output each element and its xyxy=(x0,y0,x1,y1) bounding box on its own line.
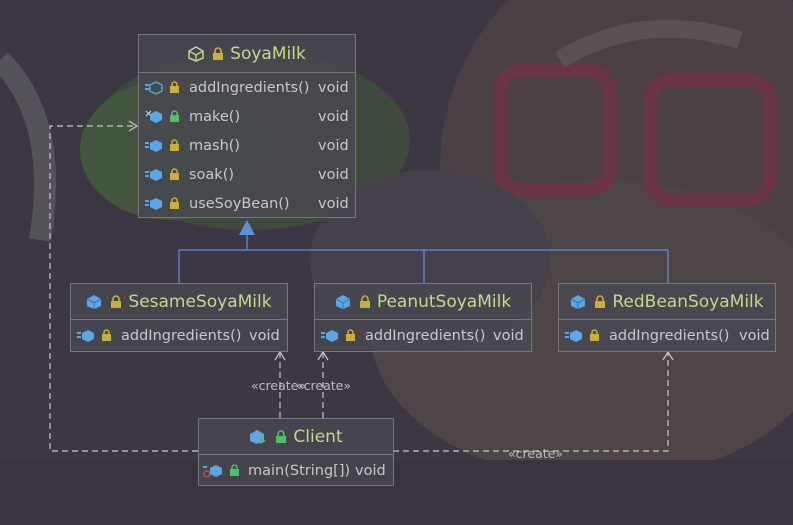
lock-icon xyxy=(111,294,122,308)
lock-icon xyxy=(170,197,179,209)
method-row[interactable]: addIngredients() void xyxy=(315,321,531,350)
method-row[interactable]: addIngredients() void xyxy=(71,321,287,350)
lock-icon xyxy=(590,329,599,341)
method-type: void xyxy=(318,166,349,183)
method-row[interactable]: useSoyBean() void xyxy=(139,189,355,218)
method-name: mash() xyxy=(189,137,241,154)
lock-icon xyxy=(359,294,370,308)
create-label: «create» xyxy=(508,446,563,461)
class-name: Client xyxy=(293,426,343,447)
method-type: void xyxy=(318,195,349,212)
lock-icon xyxy=(230,464,239,476)
class-name: SoyaMilk xyxy=(230,43,306,64)
method-row[interactable]: make() void xyxy=(139,102,355,131)
method-icon xyxy=(145,139,162,152)
lock-icon xyxy=(346,329,355,341)
class-icon xyxy=(250,429,267,444)
class-name: PeanutSoyaMilk xyxy=(376,291,512,312)
lock-icon xyxy=(170,139,179,151)
override-method-icon xyxy=(77,329,94,342)
class-name: RedBeanSoyaMilk xyxy=(612,291,764,312)
method-row[interactable]: soak() void xyxy=(139,160,355,189)
class-header: SesameSoyaMilk xyxy=(71,284,287,320)
method-row[interactable]: mash() void xyxy=(139,131,355,160)
class-header: PeanutSoyaMilk xyxy=(315,284,531,320)
method-type: void xyxy=(739,327,770,344)
abstract-class-icon xyxy=(188,45,204,62)
lock-icon xyxy=(170,81,179,93)
method-type: void xyxy=(318,137,349,154)
lock-icon xyxy=(595,294,606,308)
inheritance-arrowhead xyxy=(239,220,255,235)
class-name: SesameSoyaMilk xyxy=(128,291,272,312)
method-icon xyxy=(145,168,162,181)
method-name: soak() xyxy=(189,166,235,183)
create-label: «create» xyxy=(296,378,351,393)
method-name: addIngredients() xyxy=(121,327,242,344)
method-name: addIngredients() xyxy=(365,327,486,344)
class-header: RedBeanSoyaMilk xyxy=(559,284,775,320)
class-peanutsoyamilk[interactable]: PeanutSoyaMilk addIngredients() void xyxy=(314,283,532,352)
override-method-icon xyxy=(321,329,338,342)
method-type: void xyxy=(249,327,280,344)
relations-layer xyxy=(49,120,674,452)
method-name: make() xyxy=(189,108,241,125)
method-row[interactable]: addIngredients() void xyxy=(559,321,775,350)
class-header: Client xyxy=(199,419,393,455)
inheritance-lines xyxy=(178,235,669,283)
class-header: SoyaMilk xyxy=(139,35,355,73)
class-redbeansoyamilk[interactable]: RedBeanSoyaMilk addIngredients() void xyxy=(558,283,776,352)
method-row[interactable]: addIngredients() void xyxy=(139,73,355,102)
class-client[interactable]: Client main(String[]) void xyxy=(198,418,394,486)
static-method-icon xyxy=(203,464,222,478)
lock-icon xyxy=(170,110,179,122)
class-icon xyxy=(87,294,102,309)
method-name: addIngredients() xyxy=(609,327,730,344)
method-type: void xyxy=(318,108,349,125)
class-soyamilk[interactable]: SoyaMilk addIngredients() void make() vo… xyxy=(138,34,356,218)
class-sesamesoyamilk[interactable]: SesameSoyaMilk addIngredients() void xyxy=(70,283,288,352)
method-type: void xyxy=(493,327,524,344)
method-type: void xyxy=(355,462,386,479)
method-name: main(String[]) xyxy=(248,462,351,479)
lock-icon xyxy=(102,329,111,341)
lock-icon xyxy=(170,168,179,180)
lock-icon xyxy=(276,429,287,443)
class-icon xyxy=(571,294,586,309)
class-icon xyxy=(335,294,351,309)
method-icon xyxy=(145,197,162,210)
method-name: addIngredients() xyxy=(189,79,310,96)
lock-icon xyxy=(213,46,224,60)
final-method-icon xyxy=(145,110,162,123)
abstract-method-icon xyxy=(145,80,163,95)
override-method-icon xyxy=(565,329,582,342)
method-name: useSoyBean() xyxy=(189,195,290,212)
method-type: void xyxy=(318,79,349,96)
method-row[interactable]: main(String[]) void xyxy=(199,456,393,485)
